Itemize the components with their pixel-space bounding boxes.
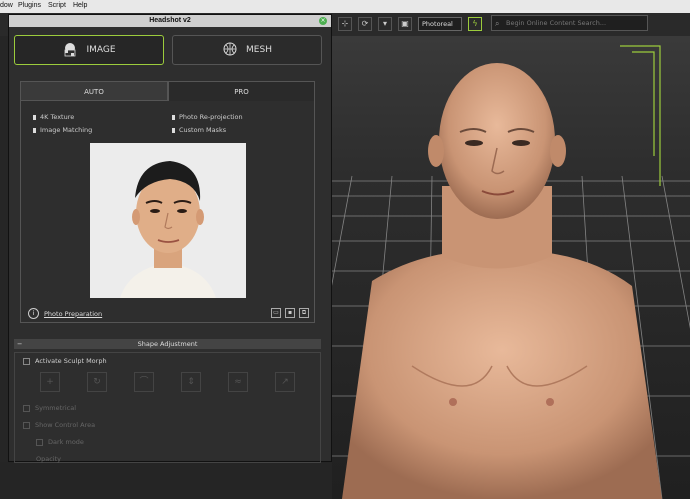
feature-label: Image Matching <box>40 126 93 134</box>
collapse-icon: − <box>17 340 23 348</box>
shape-adjustment-header[interactable]: − Shape Adjustment <box>14 339 321 349</box>
save-icon[interactable]: ▪ <box>285 308 295 318</box>
photo-actions: ▭ ▪ ⧉ <box>271 308 309 318</box>
activate-sculpt-morph[interactable]: Activate Sculpt Morph <box>23 357 107 365</box>
arrow-down-icon[interactable]: ▾ <box>378 17 392 31</box>
portrait-image <box>90 143 246 298</box>
scale-tool-icon[interactable]: ⇕ <box>181 372 201 392</box>
opacity-option: Opacity <box>36 455 61 463</box>
checkbox[interactable] <box>23 404 30 412</box>
feature-custom-masks: Custom Masks <box>172 126 226 134</box>
checkbox-label: Show Control Area <box>35 421 96 429</box>
menu-plugins[interactable]: Plugins <box>18 2 41 9</box>
plugin-icon[interactable]: ϟ <box>468 17 482 31</box>
tab-auto[interactable]: AUTO <box>20 81 168 101</box>
checkbox-label: Activate Sculpt Morph <box>35 357 107 365</box>
dark-mode-option[interactable]: Dark mode <box>36 438 84 446</box>
photo-preparation-link[interactable]: i Photo Preparation <box>28 308 102 319</box>
checkbox[interactable] <box>36 438 43 446</box>
search-icon: ⌕ <box>495 19 500 28</box>
close-icon[interactable]: × <box>319 17 327 25</box>
folder-icon[interactable]: ▭ <box>271 308 281 318</box>
pin-tool-icon[interactable]: ↗ <box>275 372 295 392</box>
photo-preparation-label: Photo Preparation <box>44 309 103 318</box>
section-title: Shape Adjustment <box>137 340 198 348</box>
display-icon[interactable]: ▣ <box>398 17 412 31</box>
rotate-icon[interactable]: ⟳ <box>358 17 372 31</box>
move-tool-icon[interactable]: + <box>40 372 60 392</box>
checkbox[interactable] <box>23 357 30 365</box>
image-icon <box>62 41 78 60</box>
mesh-icon <box>222 41 238 60</box>
menu-window[interactable]: dow <box>0 2 13 9</box>
feature-photo-reprojection: Photo Re-projection <box>172 113 243 121</box>
checkbox-label: Symmetrical <box>35 404 77 412</box>
mesh-mode-button[interactable]: MESH <box>172 35 322 65</box>
bullet-icon <box>33 127 36 133</box>
brush-tool-icon[interactable]: ⌒ <box>134 372 154 392</box>
feature-image-matching: Image Matching <box>33 126 92 134</box>
feature-label: Photo Re-projection <box>179 113 243 121</box>
bullet-icon <box>172 114 175 120</box>
headshot-panel: Headshot v2 × IMAGE MESH AUTO PRO 4K Tex… <box>8 14 332 463</box>
search-placeholder: Begin Online Content Search... <box>506 19 607 27</box>
bottom-left-dock <box>0 462 332 499</box>
viewport-toolbar: ⊹ ⟳ ▾ ▣ Photoreal ϟ <box>338 15 482 33</box>
checkbox[interactable] <box>23 421 30 429</box>
rotate-tool-icon[interactable]: ↻ <box>87 372 107 392</box>
panel-title: Headshot v2 <box>9 15 331 27</box>
feature-label: Custom Masks <box>179 126 227 134</box>
show-control-area-option[interactable]: Show Control Area <box>23 421 95 429</box>
info-icon: i <box>28 308 39 319</box>
mesh-mode-label: MESH <box>246 45 272 55</box>
tab-pro[interactable]: PRO <box>168 81 315 101</box>
3d-viewport[interactable] <box>332 36 690 499</box>
symmetrical-option[interactable]: Symmetrical <box>23 404 76 412</box>
image-mode-label: IMAGE <box>86 45 116 55</box>
smooth-tool-icon[interactable]: ≈ <box>228 372 248 392</box>
search-input[interactable]: ⌕ Begin Online Content Search... <box>491 15 648 31</box>
copy-icon[interactable]: ⧉ <box>299 308 309 318</box>
mode-tabs: AUTO PRO <box>20 81 315 101</box>
source-photo[interactable] <box>90 143 246 298</box>
menu-script[interactable]: Script <box>48 2 66 9</box>
feature-label: 4K Texture <box>40 113 75 121</box>
bullet-icon <box>172 127 175 133</box>
image-mode-button[interactable]: IMAGE <box>14 35 164 65</box>
bullet-icon <box>33 114 36 120</box>
camera-icon[interactable]: ⊹ <box>338 17 352 31</box>
option-label: Opacity <box>36 455 62 463</box>
viewport-scene <box>332 45 690 499</box>
render-mode-select[interactable]: Photoreal <box>418 17 462 31</box>
feature-4k-texture: 4K Texture <box>33 113 74 121</box>
menu-bar: dow Plugins Script Help <box>0 0 690 13</box>
checkbox-label: Dark mode <box>48 438 84 446</box>
menu-help[interactable]: Help <box>73 2 87 9</box>
